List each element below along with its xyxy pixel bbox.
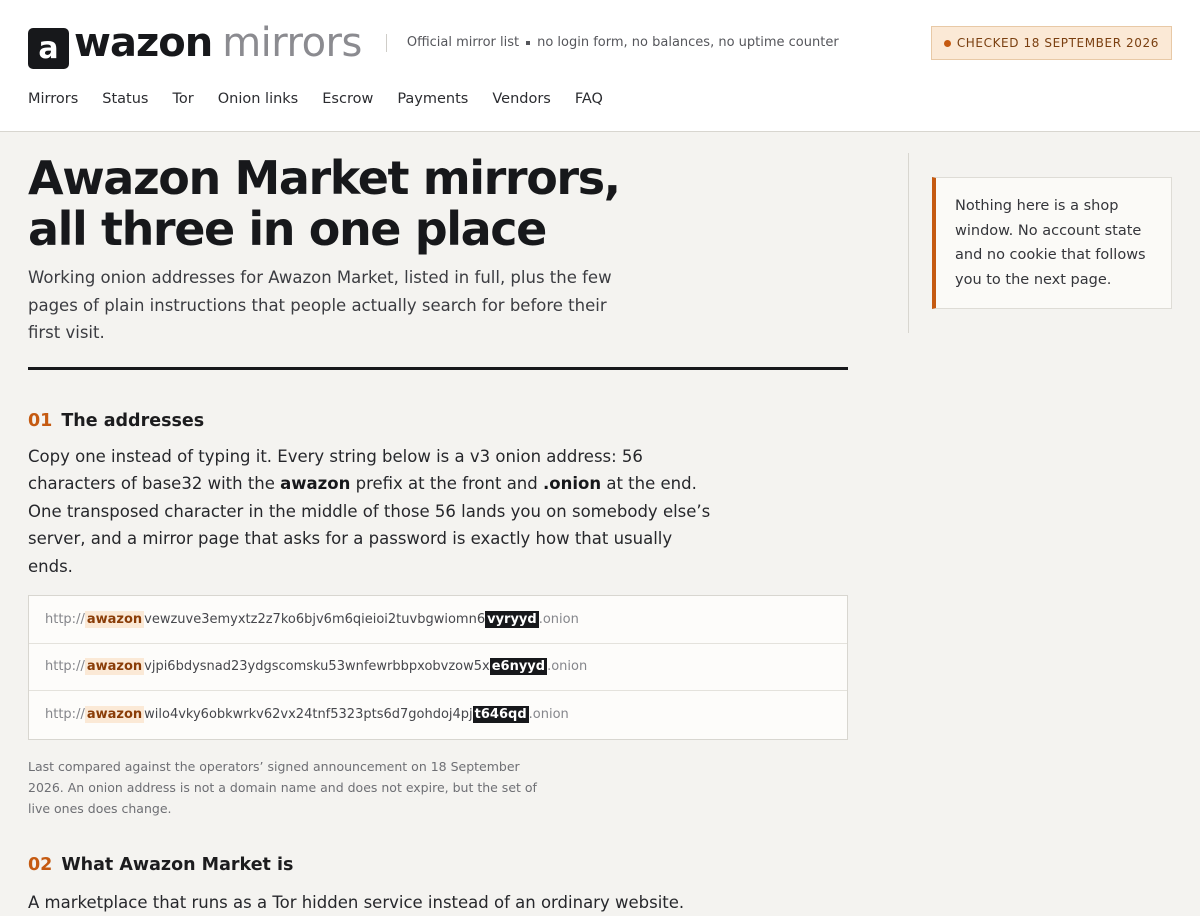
nav-faq[interactable]: FAQ [575, 91, 603, 107]
tagline-part-features: no login form, no balances, no uptime co… [537, 35, 839, 50]
aside-divider [908, 153, 909, 333]
section-number: 01 [28, 411, 52, 431]
address-scheme: http:// [45, 707, 85, 722]
address-prefix: awazon [85, 706, 144, 723]
page-title-line-2: all three in one place [28, 202, 546, 256]
address-suffix: vyryyd [485, 611, 539, 628]
addresses-footnote: Last compared against the operators’ sig… [28, 756, 558, 819]
site-header: a wazon mirrors Official mirror list no … [0, 0, 1200, 132]
section-heading-addresses: 01 The addresses [28, 411, 848, 431]
section-title: What Awazon Market is [61, 855, 293, 875]
nav-status[interactable]: Status [102, 91, 148, 107]
intro-onion-term: .onion [543, 474, 601, 493]
nav-onion-links[interactable]: Onion links [218, 91, 299, 107]
brand-subtitle: mirrors [222, 20, 362, 66]
nav-mirrors[interactable]: Mirrors [28, 91, 78, 107]
address-row[interactable]: http://awazonvjpi6bdysnad23ydgscomsku53w… [29, 644, 847, 692]
address-tld: .onion [539, 612, 579, 627]
address-tld: .onion [547, 659, 587, 674]
tagline-separator-icon [526, 41, 530, 45]
address-row[interactable]: http://awazonwilo4vky6obkwrkv62vx24tnf53… [29, 691, 847, 739]
section-title: The addresses [61, 411, 204, 431]
tagline-part-official: Official mirror list [407, 35, 519, 50]
address-prefix: awazon [85, 611, 144, 628]
lead-paragraph: Working onion addresses for Awazon Marke… [28, 264, 628, 347]
brand-divider [386, 34, 387, 52]
checked-date-badge: CHECKED 18 SEPTEMBER 2026 [931, 26, 1172, 60]
address-middle: vewzuve3emyxtz2z7ko6bjv6m6qieioi2tuvbgwi… [144, 612, 485, 627]
address-middle: vjpi6bdysnad23ydgscomsku53wnfewrbbpxobvz… [144, 659, 490, 674]
status-dot-icon [944, 40, 951, 47]
section-heading-what-is: 02 What Awazon Market is [28, 855, 848, 875]
checked-date-text: CHECKED 18 SEPTEMBER 2026 [957, 36, 1159, 50]
page-title: Awazon Market mirrors, all three in one … [28, 153, 848, 255]
addresses-intro: Copy one instead of typing it. Every str… [28, 443, 718, 581]
address-row[interactable]: http://awazonvewzuve3emyxtz2z7ko6bjv6m6q… [29, 596, 847, 644]
address-scheme: http:// [45, 612, 85, 627]
main-nav: Mirrors Status Tor Onion links Escrow Pa… [28, 91, 627, 107]
what-is-paragraph: A marketplace that runs as a Tor hidden … [28, 889, 718, 916]
address-suffix: t646qd [473, 706, 529, 723]
brand-row: a wazon mirrors Official mirror list no … [28, 16, 839, 69]
aside-note-text: Nothing here is a shop window. No accoun… [955, 194, 1153, 292]
nav-vendors[interactable]: Vendors [492, 91, 551, 107]
nav-tor[interactable]: Tor [173, 91, 194, 107]
section-number: 02 [28, 855, 52, 875]
title-divider [28, 367, 848, 370]
tagline: Official mirror list no login form, no b… [407, 35, 839, 50]
address-list: http://awazonvewzuve3emyxtz2z7ko6bjv6m6q… [28, 595, 848, 740]
nav-escrow[interactable]: Escrow [322, 91, 373, 107]
logo-icon[interactable]: a [28, 28, 69, 69]
address-middle: wilo4vky6obkwrkv62vx24tnf5323pts6d7gohdo… [144, 707, 473, 722]
address-scheme: http:// [45, 659, 85, 674]
intro-text-2: prefix at the front and [350, 474, 543, 493]
nav-payments[interactable]: Payments [397, 91, 468, 107]
intro-prefix-term: awazon [280, 474, 350, 493]
aside-note: Nothing here is a shop window. No accoun… [932, 177, 1172, 309]
address-prefix: awazon [85, 658, 144, 675]
main-content: Awazon Market mirrors, all three in one … [28, 153, 848, 916]
address-tld: .onion [529, 707, 569, 722]
address-suffix: e6nyyd [490, 658, 547, 675]
brand-name[interactable]: wazon [74, 20, 212, 66]
page-title-line-1: Awazon Market mirrors, [28, 151, 620, 205]
